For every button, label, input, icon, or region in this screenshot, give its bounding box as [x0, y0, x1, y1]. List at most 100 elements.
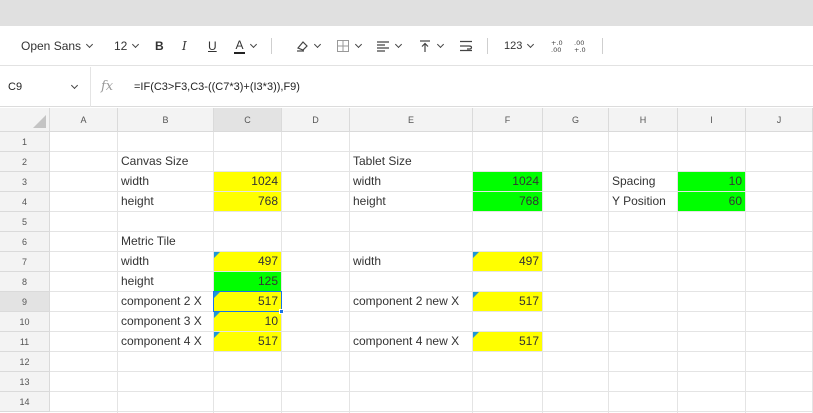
row-header-6[interactable]: 6: [0, 232, 50, 252]
row-header-13[interactable]: 13: [0, 372, 50, 392]
wrap-text-button[interactable]: [459, 26, 473, 66]
cell-b3[interactable]: width: [118, 172, 213, 191]
row-header-11[interactable]: 11: [0, 332, 50, 352]
cell-c7[interactable]: 497: [214, 252, 281, 271]
column-header-c[interactable]: C: [214, 108, 282, 132]
cell-value: width: [353, 254, 382, 268]
cell-b9[interactable]: component 2 X: [118, 292, 213, 311]
select-all-corner[interactable]: [0, 108, 50, 132]
cell-e7[interactable]: width: [350, 252, 472, 271]
svg-text:.00: .00: [551, 46, 561, 54]
row-header-8[interactable]: 8: [0, 272, 50, 292]
spreadsheet-grid[interactable]: A B C D E F G H I J 1 2 3 4 5 6 7 8 9 10 11 12 13 14 Canvas Size…: [0, 108, 813, 413]
cell-value: 517: [518, 334, 539, 348]
column-header-h[interactable]: H: [609, 108, 678, 132]
column-header-i[interactable]: I: [678, 108, 746, 132]
number-format-select[interactable]: 123: [504, 26, 535, 66]
column-header-e[interactable]: E: [350, 108, 473, 132]
cell-b6[interactable]: Metric Tile: [118, 232, 213, 251]
decrease-decimals-icon: .00 +.0: [574, 39, 586, 54]
cell-value: 10: [264, 314, 278, 328]
chevron-down-icon: [313, 40, 322, 48]
row-header-14[interactable]: 14: [0, 392, 50, 412]
cell-f4[interactable]: 768: [473, 192, 542, 211]
clear-format-button[interactable]: [295, 26, 322, 66]
row-header-9[interactable]: 9: [0, 292, 50, 312]
cell-c10[interactable]: 10: [214, 312, 281, 331]
function-icon: fx: [101, 79, 114, 94]
row-header-3[interactable]: 3: [0, 172, 50, 192]
vertical-align-button[interactable]: [418, 26, 445, 66]
cell-e11[interactable]: component 4 new X: [350, 332, 472, 351]
cell-i4[interactable]: 60: [678, 192, 745, 211]
cell-note-marker-icon: [473, 292, 479, 298]
name-box-dropdown[interactable]: [66, 67, 79, 107]
cell-c11[interactable]: 517: [214, 332, 281, 351]
column-header-g[interactable]: G: [543, 108, 609, 132]
font-size-value: 12: [114, 39, 128, 53]
cell-e2[interactable]: Tablet Size: [350, 152, 472, 171]
cell-value: 60: [728, 194, 742, 208]
cell-b11[interactable]: component 4 X: [118, 332, 213, 351]
chevron-down-icon: [394, 40, 403, 48]
cell-f3[interactable]: 1024: [473, 172, 542, 191]
row-header-10[interactable]: 10: [0, 312, 50, 332]
fill-handle[interactable]: [279, 309, 284, 314]
cell-b10[interactable]: component 3 X: [118, 312, 213, 331]
borders-button[interactable]: [336, 26, 363, 66]
cell-f11[interactable]: 517: [473, 332, 542, 351]
name-box[interactable]: C9: [8, 67, 22, 107]
cell-e3[interactable]: width: [350, 172, 472, 191]
row-header-12[interactable]: 12: [0, 352, 50, 372]
row-header-4[interactable]: 4: [0, 192, 50, 212]
column-header-f[interactable]: F: [473, 108, 543, 132]
cell-note-marker-icon: [473, 332, 479, 338]
row-gridline: [50, 391, 813, 392]
cell-value: 125: [257, 274, 278, 288]
increase-decimals-button[interactable]: +.0 .00: [550, 26, 564, 66]
bold-button[interactable]: B: [155, 26, 164, 66]
italic-button[interactable]: I: [182, 26, 187, 66]
cell-f9[interactable]: 517: [473, 292, 542, 311]
cell-h3[interactable]: Spacing: [609, 172, 677, 191]
cell-i3[interactable]: 10: [678, 172, 745, 191]
column-header-j[interactable]: J: [746, 108, 813, 132]
column-header-a[interactable]: A: [50, 108, 118, 132]
cell-c9[interactable]: 517: [214, 292, 281, 311]
formula-input[interactable]: =IF(C3>F3,C3-((C7*3)+(I3*3)),F9): [134, 67, 300, 107]
cell-h4[interactable]: Y Position: [609, 192, 677, 211]
text-color-button[interactable]: A: [234, 26, 258, 66]
chevron-down-icon: [70, 81, 79, 89]
cell-e4[interactable]: height: [350, 192, 472, 211]
cell-value: 1024: [512, 174, 539, 188]
cell-value: component 4 X: [121, 334, 202, 348]
cell-value: Spacing: [612, 174, 656, 188]
row-header-1[interactable]: 1: [0, 132, 50, 152]
row-header-2[interactable]: 2: [0, 152, 50, 172]
underline-button[interactable]: U: [208, 26, 217, 66]
align-left-icon: [377, 41, 389, 52]
column-header-d[interactable]: D: [282, 108, 350, 132]
cell-b4[interactable]: height: [118, 192, 213, 211]
cell-c3[interactable]: 1024: [214, 172, 281, 191]
vertical-align-top-icon: [420, 40, 430, 52]
font-family-select[interactable]: Open Sans: [21, 26, 94, 66]
cell-c8[interactable]: 125: [214, 272, 281, 291]
column-header-b[interactable]: B: [118, 108, 214, 132]
title-bar: [0, 0, 813, 26]
row-header-5[interactable]: 5: [0, 212, 50, 232]
cell-b7[interactable]: width: [118, 252, 213, 271]
cell-f7[interactable]: 497: [473, 252, 542, 271]
cell-value: 497: [518, 254, 539, 268]
decrease-decimals-button[interactable]: .00 +.0: [573, 26, 587, 66]
row-header-7[interactable]: 7: [0, 252, 50, 272]
horizontal-align-button[interactable]: [376, 26, 403, 66]
cell-e9[interactable]: component 2 new X: [350, 292, 472, 311]
cell-b2[interactable]: Canvas Size: [118, 152, 213, 171]
cell-value: Canvas Size: [121, 154, 189, 168]
cell-note-marker-icon: [214, 252, 220, 258]
font-size-select[interactable]: 12: [114, 26, 140, 66]
cell-value: Metric Tile: [121, 234, 176, 248]
cell-b8[interactable]: height: [118, 272, 213, 291]
cell-c4[interactable]: 768: [214, 192, 281, 211]
